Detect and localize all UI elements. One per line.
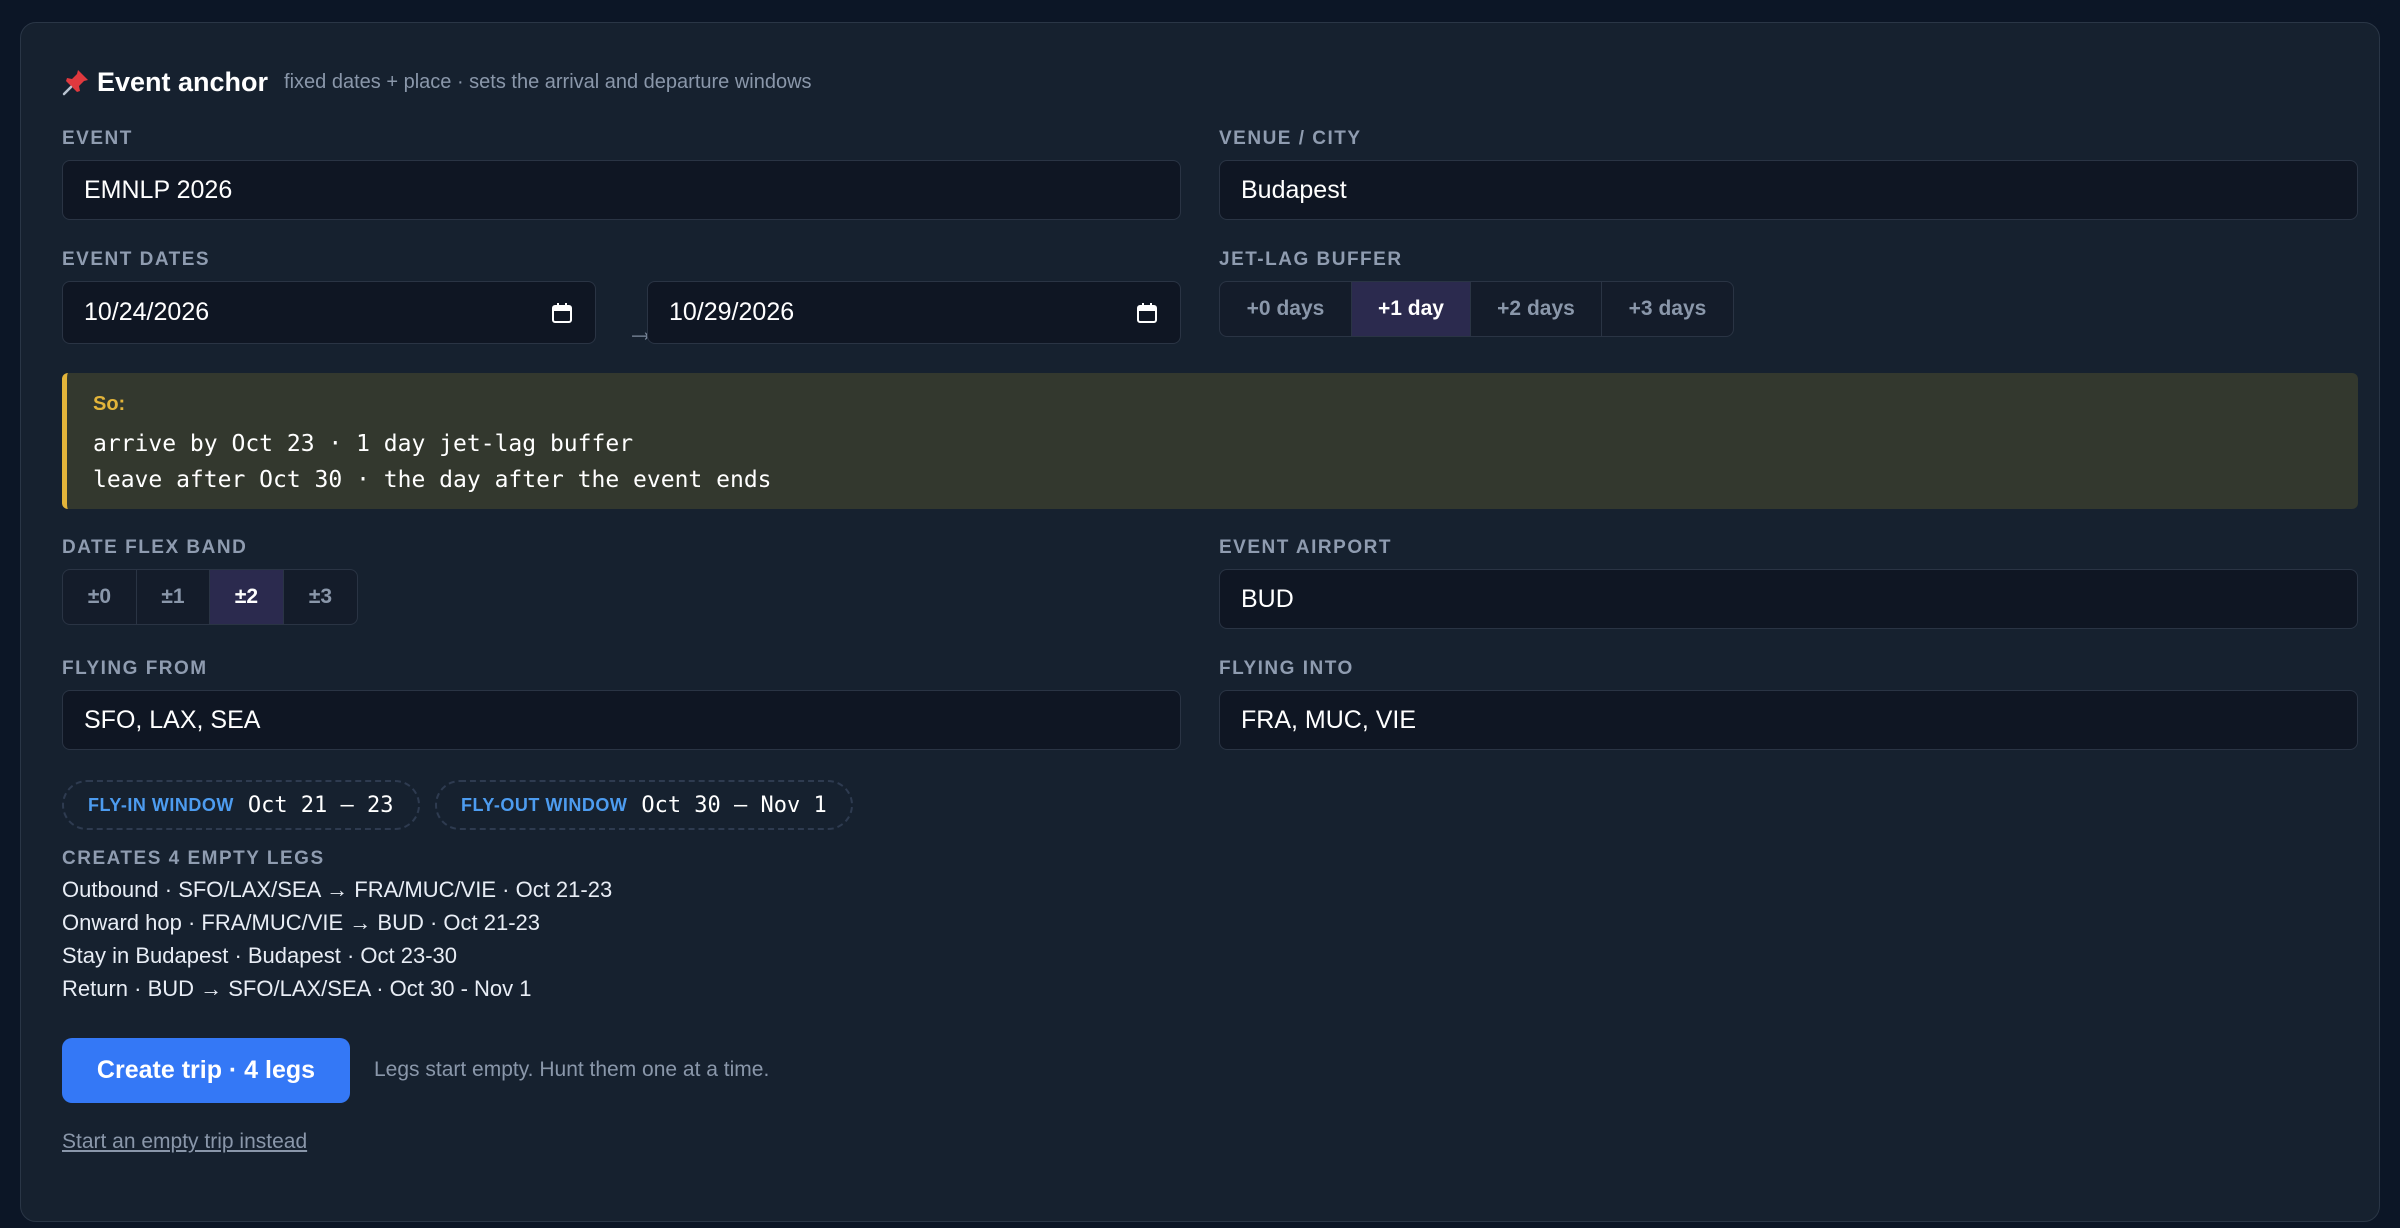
flying-from-input[interactable]: SFO, LAX, SEA	[62, 690, 1181, 750]
flex-option-0[interactable]: ±0	[63, 570, 137, 624]
event-airport-label: EVENT AIRPORT	[1219, 537, 1392, 558]
legs-title: CREATES 4 EMPTY LEGS	[62, 848, 325, 869]
flex-option-1[interactable]: ±1	[137, 570, 210, 624]
panel-title: Event anchor	[97, 66, 269, 97]
start-empty-trip-link[interactable]: Start an empty trip instead	[62, 1130, 307, 1154]
calendar-icon[interactable]	[1135, 301, 1159, 325]
fly-out-window-label: FLY-OUT WINDOW	[461, 794, 628, 815]
flex-band-segmented-control: ±0 ±1 ±2 ±3	[62, 569, 358, 625]
flying-into-label: FLYING INTO	[1219, 658, 1354, 679]
panel-header: Event anchor fixed dates + place · sets …	[61, 61, 812, 103]
calendar-icon[interactable]	[550, 301, 574, 325]
summary-leave-line: leave after Oct 30 · the day after the e…	[93, 467, 772, 493]
event-anchor-panel: Event anchor fixed dates + place · sets …	[20, 22, 2380, 1222]
fly-in-window-pill: FLY-IN WINDOW Oct 21 – 23	[62, 780, 420, 830]
list-item: Return · BUD → SFO/LAX/SEA · Oct 30 - No…	[62, 976, 532, 1001]
panel-subtitle: fixed dates + place · sets the arrival a…	[284, 70, 812, 93]
create-trip-button[interactable]: Create trip · 4 legs	[62, 1038, 350, 1103]
flying-from-label: FLYING FROM	[62, 658, 208, 679]
jetlag-label: JET-LAG BUFFER	[1219, 249, 1403, 270]
venue-label: VENUE / CITY	[1219, 128, 1362, 149]
flex-option-3[interactable]: ±3	[284, 570, 357, 624]
fly-in-window-label: FLY-IN WINDOW	[88, 794, 234, 815]
event-dates-label: EVENT DATES	[62, 249, 211, 270]
event-start-date-input[interactable]: 10/24/2026	[62, 281, 596, 344]
event-airport-input[interactable]: BUD	[1219, 569, 2358, 629]
jetlag-option-1[interactable]: +1 day	[1352, 282, 1471, 336]
legs-list: Outbound · SFO/LAX/SEA → FRA/MUC/VIE · O…	[62, 873, 612, 1005]
event-label: EVENT	[62, 128, 133, 149]
fly-out-window-value: Oct 30 – Nov 1	[641, 792, 827, 818]
list-item: Outbound · SFO/LAX/SEA → FRA/MUC/VIE · O…	[62, 877, 613, 902]
event-input[interactable]: EMNLP 2026	[62, 160, 1181, 220]
list-item: Stay in Budapest · Budapest · Oct 23-30	[62, 943, 458, 968]
jetlag-option-0[interactable]: +0 days	[1220, 282, 1352, 336]
jetlag-option-2[interactable]: +2 days	[1471, 282, 1602, 336]
fly-in-window-value: Oct 21 – 23	[247, 792, 394, 818]
create-trip-hint: Legs start empty. Hunt them one at a tim…	[374, 1058, 770, 1081]
pushpin-icon	[62, 70, 88, 96]
list-item: Onward hop · FRA/MUC/VIE → BUD · Oct 21-…	[62, 910, 541, 935]
fly-out-window-pill: FLY-OUT WINDOW Oct 30 – Nov 1	[435, 780, 853, 830]
flying-into-input[interactable]: FRA, MUC, VIE	[1219, 690, 2358, 750]
venue-input[interactable]: Budapest	[1219, 160, 2358, 220]
summary-arrive-line: arrive by Oct 23 · 1 day jet-lag buffer	[93, 431, 634, 457]
jetlag-option-3[interactable]: +3 days	[1602, 282, 1733, 336]
event-end-date-input[interactable]: 10/29/2026	[647, 281, 1181, 344]
summary-label: So:	[93, 393, 126, 415]
event-end-date-value: 10/29/2026	[669, 298, 795, 326]
flex-option-2[interactable]: ±2	[210, 570, 284, 624]
flex-band-label: DATE FLEX BAND	[62, 537, 248, 558]
jetlag-segmented-control: +0 days +1 day +2 days +3 days	[1219, 281, 1734, 337]
summary-callout: So: arrive by Oct 23 · 1 day jet-lag buf…	[62, 373, 2358, 509]
event-start-date-value: 10/24/2026	[84, 298, 210, 326]
